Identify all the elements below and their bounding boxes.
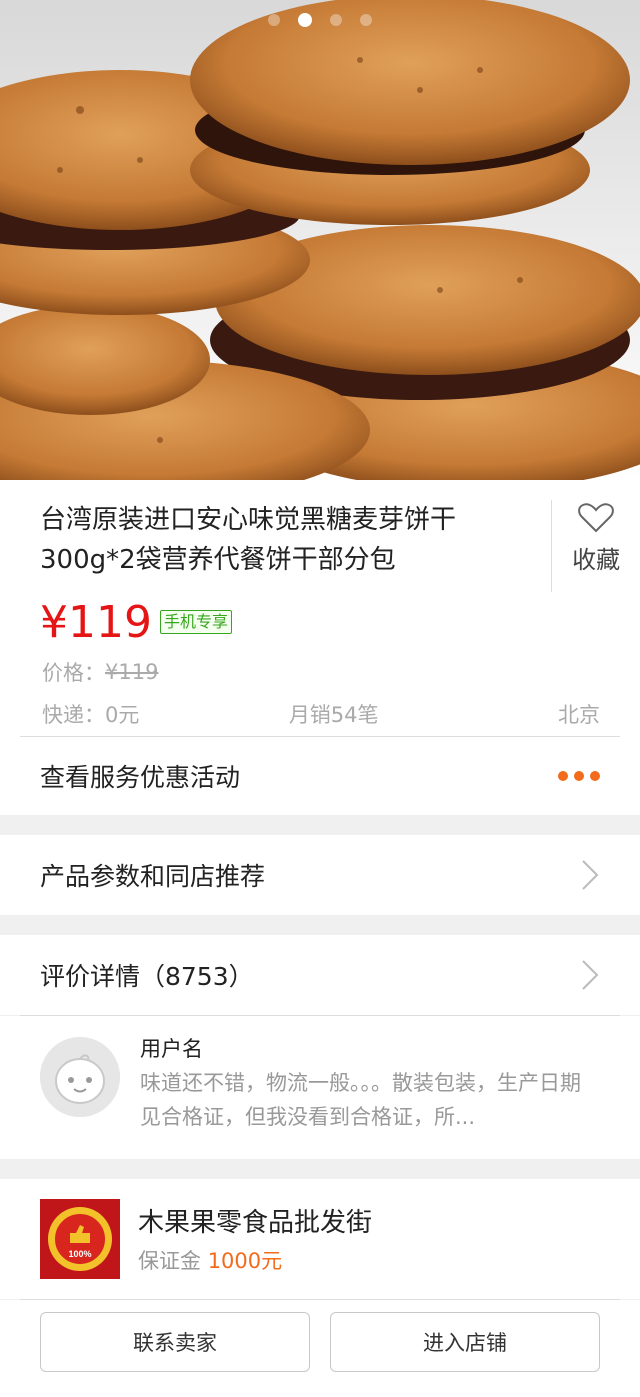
contact-seller-button[interactable]: 联系卖家 bbox=[40, 1312, 310, 1372]
params-and-recommendations-row[interactable]: 产品参数和同店推荐 bbox=[0, 835, 640, 915]
seal-text: 100% bbox=[68, 1249, 91, 1259]
product-title: 台湾原装进口安心味觉黑糖麦芽饼干300g*2袋营养代餐饼干部分包 bbox=[40, 505, 457, 575]
reviews-label: 评价详情（8753） bbox=[40, 962, 254, 991]
deposit-label: 保证金 bbox=[138, 1249, 201, 1273]
product-image-carousel[interactable] bbox=[0, 0, 640, 480]
favorite-label: 收藏 bbox=[572, 546, 621, 574]
carousel-dot[interactable] bbox=[360, 14, 372, 26]
mobile-exclusive-badge: 手机专享 bbox=[159, 610, 232, 634]
carousel-indicator[interactable] bbox=[0, 12, 640, 28]
favorite-button[interactable]: 收藏 bbox=[551, 500, 640, 592]
chevron-right-icon bbox=[582, 860, 599, 890]
avatar bbox=[40, 1037, 120, 1117]
enter-store-button[interactable]: 进入店铺 bbox=[330, 1312, 600, 1372]
default-avatar-icon bbox=[40, 1037, 120, 1117]
shop-deposit: 保证金 1000元 bbox=[138, 1245, 372, 1275]
params-label: 产品参数和同店推荐 bbox=[40, 862, 266, 891]
shop-name: 木果果零食品批发街 bbox=[138, 1208, 373, 1238]
product-photo bbox=[0, 0, 640, 480]
promotions-row[interactable]: 查看服务优惠活动 bbox=[0, 737, 640, 815]
carousel-dot[interactable] bbox=[268, 14, 280, 26]
deposit-amount: 1000元 bbox=[207, 1249, 283, 1273]
review-text: 味道还不错，物流一般。。。散装包装，生产日期见合格证，但我没看到合格证，所... bbox=[140, 1071, 581, 1129]
ship-location: 北京 bbox=[557, 703, 600, 727]
shop-info[interactable]: 100% 木果果零食品批发街 保证金 1000元 bbox=[0, 1179, 640, 1299]
promotions-label: 查看服务优惠活动 bbox=[40, 763, 241, 792]
shop-logo: 100% bbox=[40, 1199, 120, 1279]
guarantee-seal-icon: 100% bbox=[40, 1199, 120, 1279]
shop-actions: 联系卖家 进入店铺 bbox=[0, 1300, 640, 1397]
original-price-label: 价格： bbox=[42, 661, 105, 685]
reviewer-name: 用户名 bbox=[140, 1037, 203, 1061]
monthly-sales: 月销54笔 bbox=[288, 703, 379, 727]
reviews-row[interactable]: 评价详情（8753） bbox=[0, 935, 640, 1015]
chevron-right-icon bbox=[582, 960, 599, 990]
shipping-fee: 快递：0元 bbox=[42, 703, 140, 727]
current-price: ¥119 bbox=[40, 596, 152, 648]
heart-icon bbox=[578, 503, 614, 533]
product-info: 台湾原装进口安心味觉黑糖麦芽饼干300g*2袋营养代餐饼干部分包 收藏 ¥119… bbox=[0, 480, 640, 815]
more-icon bbox=[558, 771, 600, 781]
carousel-dot-active[interactable] bbox=[298, 13, 312, 27]
review-item[interactable]: 用户名 味道还不错，物流一般。。。散装包装，生产日期见合格证，但我没看到合格证，… bbox=[0, 1016, 640, 1159]
original-price: ¥119 bbox=[105, 660, 159, 684]
carousel-dot[interactable] bbox=[330, 14, 342, 26]
